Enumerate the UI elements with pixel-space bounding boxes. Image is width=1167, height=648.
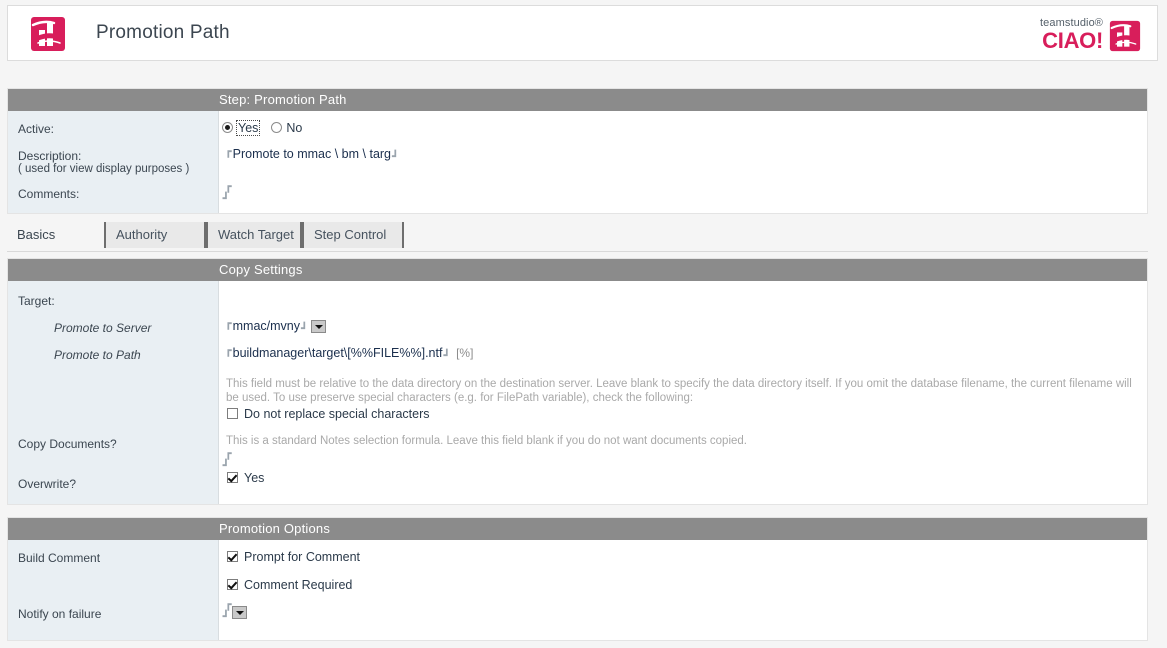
promote-to-server-label: Promote to Server <box>54 321 152 335</box>
field-bracket-open-icon: ┏ <box>225 318 232 330</box>
copy-settings-header: Copy Settings <box>8 259 1147 281</box>
active-radio-no[interactable] <box>271 122 283 134</box>
comment-required-row[interactable]: Comment Required <box>227 577 352 592</box>
do-not-replace-special-characters-row[interactable]: Do not replace special characters <box>227 406 430 421</box>
copy-settings-caption: Copy Settings <box>219 262 303 277</box>
target-label: Target: <box>18 294 55 308</box>
step-panel-header: Step: Promotion Path <box>8 89 1147 111</box>
prompt-for-comment-checkbox[interactable] <box>227 551 238 563</box>
comments-field[interactable]: ┏┛ <box>223 181 239 205</box>
teamstudio-ciao-logo: teamstudio® CIAO! <box>1040 15 1141 55</box>
promote-to-path-label: Promote to Path <box>54 348 141 362</box>
field-bracket-close-icon: ┛ <box>301 323 308 335</box>
overwrite-checkbox[interactable] <box>227 472 238 484</box>
promote-to-path-help: This field must be relative to the data … <box>226 378 1132 404</box>
app-header: Promotion Path teamstudio® CIAO! <box>7 5 1158 61</box>
build-comment-label: Build Comment <box>18 551 101 565</box>
tab-watch-target[interactable]: Watch Target <box>206 222 302 248</box>
field-bracket-close-icon: ┛ <box>392 151 399 163</box>
copy-documents-field[interactable]: ┏┛ <box>223 448 239 472</box>
tab-authority[interactable]: Authority <box>104 222 206 248</box>
do-not-replace-special-characters-checkbox[interactable] <box>227 408 238 420</box>
tab-basics[interactable]: Basics <box>7 222 97 248</box>
active-radio-group[interactable]: Yes No <box>222 119 314 136</box>
description-label: Description: ( used for view display pur… <box>18 149 189 175</box>
comments-label: Comments: <box>18 187 80 201</box>
description-value[interactable]: Promote to mmac \ bm \ targ <box>233 147 391 161</box>
field-bracket-open-icon: ┏ <box>225 146 232 158</box>
tab-step-control[interactable]: Step Control <box>302 222 404 248</box>
comment-required-label[interactable]: Comment Required <box>244 578 352 592</box>
brand-ciao-text: CIAO! <box>1042 28 1103 53</box>
notify-on-failure-label: Notify on failure <box>18 607 102 621</box>
prompt-for-comment-row[interactable]: Prompt for Comment <box>227 549 360 564</box>
copy-settings-panel: Copy Settings Target: Promote to Server … <box>7 258 1148 505</box>
copy-documents-help: This is a standard Notes selection formu… <box>226 435 747 447</box>
promotion-options-header: Promotion Options <box>8 518 1147 540</box>
promotion-options-panel: Promotion Options Build Comment Prompt f… <box>7 517 1148 641</box>
step-panel: Step: Promotion Path Active: Yes No Descr… <box>7 88 1148 214</box>
promotion-options-caption: Promotion Options <box>219 521 331 536</box>
description-label-text: Description: <box>18 149 82 163</box>
notify-on-failure-field[interactable]: ┏┛ <box>223 599 257 623</box>
tabstrip: Basics Authority Watch Target Step Contr… <box>0 222 1167 250</box>
ciao-app-icon <box>30 16 66 52</box>
field-bracket-open-icon: ┏ <box>225 345 232 357</box>
overwrite-row[interactable]: Yes <box>227 470 264 485</box>
active-label: Active: <box>18 122 55 136</box>
promote-to-server-value[interactable]: mmac/mvny <box>233 319 300 333</box>
promote-to-path-suffix: [%] <box>456 346 474 360</box>
copy-documents-label: Copy Documents? <box>18 437 117 451</box>
tabstrip-divider <box>7 251 1148 252</box>
field-bracket-close-icon: ┛ <box>443 350 451 362</box>
comment-required-checkbox[interactable] <box>227 579 238 591</box>
promote-to-server-field[interactable]: ┏mmac/mvny┛ <box>225 318 326 335</box>
ciao-brand-icon <box>1109 19 1141 53</box>
field-bracket-close-icon: ┛ <box>222 611 230 623</box>
chevron-down-icon[interactable] <box>232 606 248 620</box>
do-not-replace-special-characters-label[interactable]: Do not replace special characters <box>244 407 430 421</box>
description-sublabel: ( used for view display purposes ) <box>18 163 190 175</box>
chevron-down-icon[interactable] <box>310 320 326 334</box>
active-radio-yes-label[interactable]: Yes <box>235 119 261 136</box>
promote-to-path-value[interactable]: buildmanager\target\[%%FILE%%].ntf <box>233 346 443 360</box>
page-title: Promotion Path <box>96 22 230 43</box>
copy-settings-label-column <box>8 281 219 504</box>
overwrite-label: Overwrite? <box>18 477 77 491</box>
promote-to-path-field[interactable]: ┏buildmanager\target\[%%FILE%%].ntf┛ [%] <box>225 345 474 362</box>
active-radio-yes[interactable] <box>222 122 233 134</box>
prompt-for-comment-label[interactable]: Prompt for Comment <box>244 550 360 564</box>
field-bracket-close-icon: ┛ <box>222 193 230 205</box>
overwrite-label-text[interactable]: Yes <box>244 471 264 485</box>
active-radio-no-label[interactable]: No <box>286 121 302 135</box>
step-panel-caption: Step: Promotion Path <box>219 92 347 107</box>
description-field[interactable]: ┏Promote to mmac \ bm \ targ┛ <box>225 146 399 163</box>
